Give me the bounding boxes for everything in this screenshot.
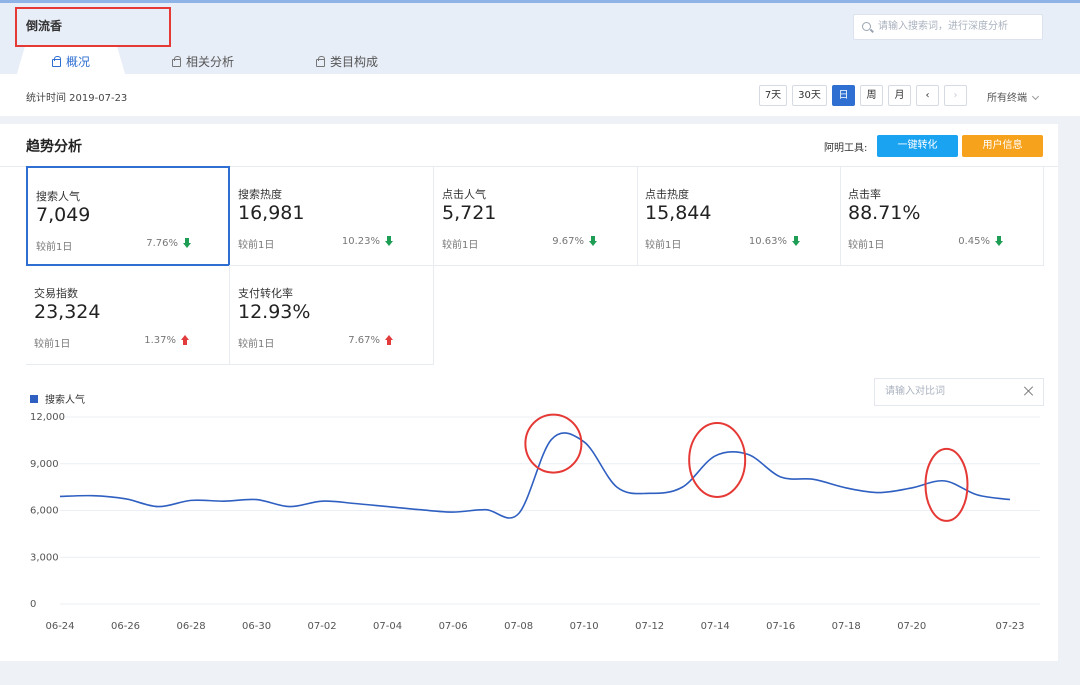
- metric-value: 16,981: [238, 202, 305, 224]
- metric-pct: 7.67%: [348, 335, 380, 346]
- close-icon[interactable]: [1024, 386, 1034, 396]
- bag-icon: [316, 56, 325, 67]
- tools-label: 阿明工具:: [824, 143, 868, 154]
- metric-compare: 较前1日: [238, 339, 275, 350]
- metric-value: 88.71%: [848, 202, 921, 224]
- bag-icon: [51, 56, 61, 67]
- metric-card-search-popularity[interactable]: 搜索人气 7,049 较前1日 7.76%: [26, 166, 230, 266]
- period-7days-button[interactable]: 7天: [759, 85, 787, 106]
- period-week-button[interactable]: 周: [860, 85, 883, 106]
- metric-pct: 10.63%: [748, 236, 787, 247]
- metric-label: 点击率: [848, 188, 881, 201]
- stat-time: 统计时间 2019-07-23: [26, 93, 128, 104]
- legend-swatch: [30, 394, 38, 403]
- tab-overview[interactable]: 概况: [16, 47, 126, 77]
- arrow-down-icon: [385, 236, 393, 247]
- metric-value: 15,844: [645, 202, 712, 224]
- compare-input[interactable]: 请输入对比词: [874, 378, 1044, 406]
- metric-card-click-heat[interactable]: 点击热度 15,844 较前1日 10.63%: [637, 166, 841, 266]
- metric-card-trade-index[interactable]: 交易指数 23,324 较前1日 1.37%: [26, 265, 230, 365]
- metric-pct: 7.76%: [146, 238, 178, 249]
- metric-compare: 较前1日: [36, 242, 73, 253]
- arrow-down-icon: [792, 236, 800, 247]
- metric-compare: 较前1日: [848, 240, 885, 251]
- chevron-left-icon: ‹: [925, 90, 930, 101]
- legend-label: 搜索人气: [45, 395, 85, 406]
- metric-card-click-popularity[interactable]: 点击人气 5,721 较前1日 9.67%: [434, 166, 638, 266]
- search-placeholder: 请输入搜索词，进行深度分析: [878, 21, 1008, 32]
- period-30days-button[interactable]: 30天: [792, 85, 827, 106]
- arrow-up-icon: [181, 335, 189, 346]
- chevron-down-icon: [1031, 92, 1040, 101]
- metric-card-payment-conversion[interactable]: 支付转化率 12.93% 较前1日 7.67%: [230, 265, 434, 365]
- metric-compare: 较前1日: [645, 240, 682, 251]
- search-icon: [862, 22, 871, 31]
- metric-value: 7,049: [36, 204, 91, 226]
- tab-related-label: 相关分析: [186, 55, 235, 69]
- tab-related-analysis[interactable]: 相关分析: [172, 47, 234, 77]
- terminal-select-value: 所有终端: [987, 93, 1027, 104]
- metric-card-click-rate[interactable]: 点击率 88.71% 较前1日 0.45%: [840, 166, 1044, 266]
- metric-pct: 0.45%: [958, 236, 990, 247]
- period-day-button[interactable]: 日: [832, 85, 855, 106]
- panel-title: 趋势分析: [26, 139, 82, 155]
- metric-label: 搜索热度: [238, 188, 282, 201]
- metric-label: 交易指数: [34, 287, 78, 300]
- arrow-down-icon: [995, 236, 1003, 247]
- metric-pct: 9.67%: [552, 236, 584, 247]
- metric-compare: 较前1日: [442, 240, 479, 251]
- user-info-button[interactable]: 用户信息: [962, 135, 1043, 157]
- search-input[interactable]: 请输入搜索词，进行深度分析: [853, 14, 1043, 40]
- arrow-down-icon: [183, 238, 191, 249]
- tab-category-label: 类目构成: [330, 55, 379, 69]
- prev-button[interactable]: ‹: [916, 85, 939, 106]
- terminal-select[interactable]: 所有终端: [987, 89, 1040, 104]
- arrow-up-icon: [385, 335, 393, 346]
- compare-placeholder: 请输入对比词: [885, 386, 945, 397]
- convert-button[interactable]: 一键转化: [877, 135, 958, 157]
- top-bar: 倒流香 请输入搜索词，进行深度分析 概况 相关分析 类目构成: [0, 0, 1080, 77]
- period-month-button[interactable]: 月: [888, 85, 911, 106]
- metric-pct: 1.37%: [144, 335, 176, 346]
- chevron-right-icon: ›: [953, 90, 958, 101]
- chart-legend[interactable]: 搜索人气: [30, 391, 85, 406]
- metric-label: 点击人气: [442, 188, 486, 201]
- arrow-down-icon: [589, 236, 597, 247]
- metric-label: 点击热度: [645, 188, 689, 201]
- metric-pct: 10.23%: [341, 236, 380, 247]
- metric-card-search-heat[interactable]: 搜索热度 16,981 较前1日 10.23%: [230, 166, 434, 266]
- metric-compare: 较前1日: [34, 339, 71, 350]
- tab-overview-label: 概况: [65, 55, 90, 69]
- tab-category[interactable]: 类目构成: [316, 47, 378, 77]
- stat-bar: 统计时间 2019-07-23 7天 30天 日 周 月 ‹ › 所有终端: [0, 74, 1080, 116]
- metric-compare: 较前1日: [238, 240, 275, 251]
- keyword-title: 倒流香: [26, 19, 63, 33]
- metric-value: 23,324: [34, 301, 101, 323]
- metric-label: 搜索人气: [36, 190, 80, 203]
- metric-value: 12.93%: [238, 301, 311, 323]
- bag-icon: [172, 56, 181, 67]
- metric-value: 5,721: [442, 202, 497, 224]
- metric-label: 支付转化率: [238, 287, 293, 300]
- next-button[interactable]: ›: [944, 85, 967, 106]
